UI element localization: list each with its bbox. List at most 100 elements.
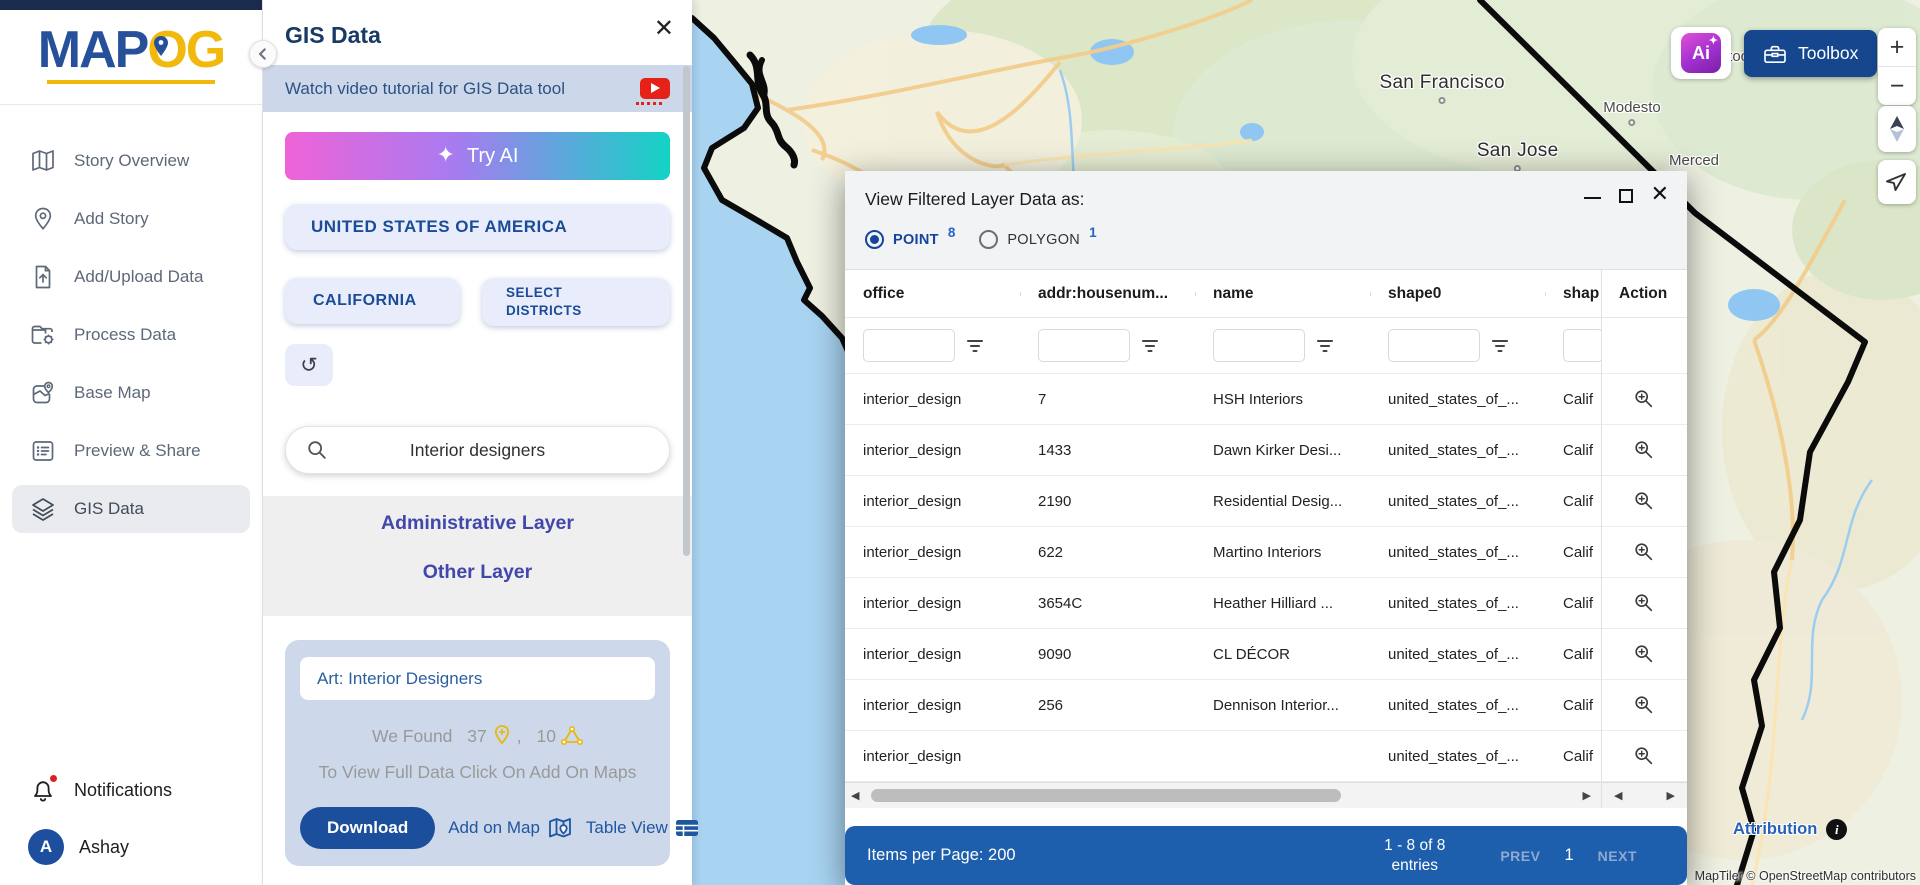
cell-office: interior_design [845, 697, 1020, 714]
table-row: interior_design 3654C Heather Hilliard .… [845, 578, 1687, 629]
toolbox-button[interactable]: Toolbox [1744, 30, 1877, 77]
cell-name: Martino Interiors [1195, 544, 1370, 561]
cell-name: CL DÉCOR [1195, 646, 1370, 663]
point-marker-icon [492, 724, 512, 748]
cell-shape: Calif [1545, 391, 1601, 408]
cell-housenum: 7 [1020, 391, 1195, 408]
nav-item-icon [30, 322, 56, 348]
country-button[interactable]: UNITED STATES OF AMERICA [285, 204, 670, 250]
try-ai-button[interactable]: ✦ Try AI [285, 132, 670, 180]
video-tutorial-banner[interactable]: Watch video tutorial for GIS Data tool [263, 65, 692, 112]
cell-shape: Calif [1545, 442, 1601, 459]
add-on-map-button[interactable]: Add on Map [448, 815, 573, 841]
row-zoom-button[interactable] [1601, 541, 1687, 563]
compass-button[interactable] [1878, 106, 1916, 152]
panel-collapse-button[interactable] [249, 40, 277, 68]
sidebar-nav-item[interactable]: Base Map [12, 369, 250, 417]
map-city-label: San Francisco [1379, 72, 1504, 104]
layer-section-heading[interactable]: Administrative Layer [263, 512, 692, 535]
filter-funnel-icon[interactable] [966, 339, 984, 353]
sidebar-nav-item[interactable]: Process Data [12, 311, 250, 359]
query-box[interactable]: Art: Interior Designers [300, 657, 655, 700]
sparkles-icon: ✦ [437, 142, 455, 168]
cell-shape: Calif [1545, 595, 1601, 612]
state-button[interactable]: CALIFORNIA [285, 278, 460, 324]
sidebar-nav-item[interactable]: Add/Upload Data [12, 253, 250, 301]
zoom-in-icon [1633, 439, 1655, 461]
table-view-button[interactable]: Table View [586, 818, 699, 838]
row-zoom-button[interactable] [1601, 592, 1687, 614]
notification-badge-dot [50, 775, 57, 782]
cell-housenum: 622 [1020, 544, 1195, 561]
current-page: 1 [1564, 846, 1573, 865]
sidebar-nav-item[interactable]: Story Overview [12, 137, 250, 185]
action-scroll-left-arrow[interactable]: ◀ [1608, 789, 1628, 802]
radio-label: POLYGON [1007, 232, 1080, 248]
filter-funnel-icon[interactable] [1141, 339, 1159, 353]
zoom-in-icon [1633, 643, 1655, 665]
cell-shape0: united_states_of_... [1370, 544, 1545, 561]
layer-section-heading[interactable]: Other Layer [263, 561, 692, 584]
prev-page-button[interactable]: PREV [1500, 848, 1540, 864]
row-zoom-button[interactable] [1601, 388, 1687, 410]
radio-circle-icon [979, 230, 998, 249]
entries-count: 1 - 8 of 8 entries [1384, 836, 1445, 875]
filter-input-name[interactable] [1213, 329, 1305, 362]
scroll-left-arrow[interactable]: ◀ [845, 789, 865, 802]
col-header-shape: shap [1545, 285, 1601, 303]
map-credits: MapTiler © OpenStreetMap contributors [1695, 869, 1916, 883]
scroll-right-arrow[interactable]: ▶ [1577, 789, 1597, 802]
cell-name: Residential Desig... [1195, 493, 1370, 510]
sidebar-nav-item[interactable]: Add Story [12, 195, 250, 243]
cell-shape: Calif [1545, 646, 1601, 663]
filter-funnel-icon[interactable] [1316, 339, 1334, 353]
zoom-out-button[interactable]: − [1878, 67, 1916, 105]
filter-input-shape[interactable] [1563, 329, 1601, 362]
locate-button[interactable] [1878, 160, 1916, 204]
col-header-action: Action [1601, 285, 1687, 303]
action-scroll-right-arrow[interactable]: ▶ [1661, 789, 1681, 802]
layer-type-radio[interactable]: POINT 8 [865, 230, 955, 249]
cell-office: interior_design [845, 544, 1020, 561]
select-districts-button[interactable]: SELECT DISTRICTS [482, 278, 670, 326]
modal-close-button[interactable]: ✕ [1651, 184, 1669, 204]
data-table: office addr:housenum... name shape0 shap… [845, 270, 1687, 808]
zoom-in-button[interactable]: + [1878, 28, 1916, 66]
radio-circle-icon [865, 230, 884, 249]
search-value: Interior designers [328, 440, 627, 461]
minimize-button[interactable] [1584, 184, 1601, 204]
row-zoom-button[interactable] [1601, 694, 1687, 716]
row-zoom-button[interactable] [1601, 643, 1687, 665]
notifications-button[interactable]: Notifications [0, 765, 262, 815]
zoom-in-icon [1633, 388, 1655, 410]
sidebar-nav-item[interactable]: Preview & Share [12, 427, 250, 475]
layer-type-radio[interactable]: POLYGON 1 [979, 230, 1096, 249]
map-city-label: San Jose [1477, 140, 1559, 172]
filter-input-housenum[interactable] [1038, 329, 1130, 362]
row-zoom-button[interactable] [1601, 745, 1687, 767]
table-row: interior_design 256 Dennison Interior...… [845, 680, 1687, 731]
filter-input-shape0[interactable] [1388, 329, 1480, 362]
next-page-button[interactable]: NEXT [1598, 848, 1637, 864]
attribution-control[interactable]: Attribution i [1733, 819, 1847, 840]
user-profile[interactable]: A Ashay [0, 815, 262, 869]
maximize-button[interactable] [1619, 184, 1633, 204]
cell-office: interior_design [845, 748, 1020, 765]
cell-shape: Calif [1545, 493, 1601, 510]
download-button[interactable]: Download [300, 807, 435, 849]
restore-icon [1619, 189, 1633, 203]
undo-button[interactable]: ↺ [285, 344, 333, 386]
row-zoom-button[interactable] [1601, 490, 1687, 512]
ai-gradient-icon: Ai✦ [1681, 33, 1721, 73]
row-zoom-button[interactable] [1601, 439, 1687, 461]
filter-funnel-icon[interactable] [1491, 339, 1509, 353]
scrollbar-thumb[interactable] [871, 789, 1341, 802]
sidebar-nav-item[interactable]: GIS Data [12, 485, 250, 533]
filter-input-office[interactable] [863, 329, 955, 362]
locate-arrow-icon [1885, 170, 1909, 194]
radio-label: POINT [893, 232, 939, 248]
panel-close-button[interactable]: ✕ [650, 10, 678, 47]
search-input[interactable]: Interior designers [285, 426, 670, 474]
panel-scrollbar[interactable] [683, 66, 690, 556]
ai-tools-button[interactable]: Ai✦ [1671, 27, 1731, 79]
